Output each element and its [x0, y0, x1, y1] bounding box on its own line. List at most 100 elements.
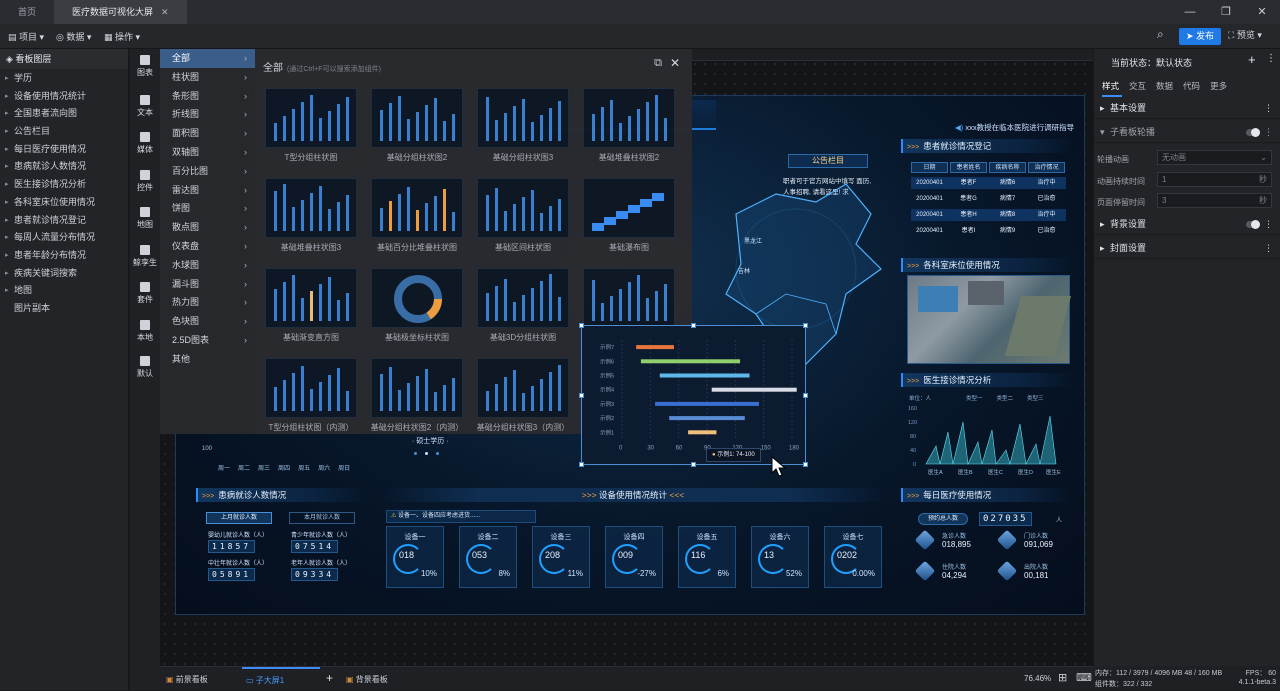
resize-handle[interactable] — [579, 323, 584, 328]
resize-handle[interactable] — [803, 323, 808, 328]
chart-thumbnail[interactable] — [371, 268, 463, 328]
component-type-7[interactable]: 本地 — [130, 320, 160, 343]
carousel-dot[interactable] — [436, 452, 439, 455]
category-item[interactable]: 色块图 › — [160, 312, 255, 331]
grid-icon[interactable]: ⊞ — [1058, 671, 1067, 684]
duration-input[interactable]: 1秒 — [1157, 172, 1272, 187]
add-board-button[interactable]: + — [326, 671, 333, 685]
layer-item[interactable]: ▸ 设备使用情况统计 — [0, 88, 128, 106]
tab-dashboard[interactable]: 医疗数据可视化大屏 ✕ — [54, 0, 187, 24]
layer-item[interactable]: ▸ 地图 — [0, 282, 128, 300]
layer-item[interactable]: 图片副本 — [0, 300, 128, 318]
carousel-dot[interactable] — [425, 452, 428, 455]
layer-item[interactable]: ▸ 各科室床位使用情况 — [0, 194, 128, 212]
close-icon[interactable]: ✕ — [161, 0, 169, 24]
minimize-button[interactable]: — — [1172, 0, 1208, 24]
chart-thumbnail[interactable] — [265, 358, 357, 418]
property-tab[interactable]: 代码 — [1183, 80, 1200, 92]
property-tab[interactable]: 数据 — [1156, 80, 1173, 92]
layer-item[interactable]: ▸ 疾病关键词搜索 — [0, 265, 128, 283]
category-item[interactable]: 双轴图 › — [160, 143, 255, 162]
property-tab[interactable]: 更多 — [1210, 80, 1227, 92]
category-item[interactable]: 雷达图 › — [160, 181, 255, 200]
search-icon[interactable]: ⌕ — [1157, 27, 1164, 42]
chart-thumbnail[interactable] — [477, 268, 569, 328]
category-item[interactable]: 折线图 › — [160, 105, 255, 124]
add-state-button[interactable]: + — [1248, 52, 1256, 67]
component-type-1[interactable]: 文本 — [130, 95, 160, 118]
category-item[interactable]: 其他 — [160, 350, 255, 369]
category-item[interactable]: 柱状图 › — [160, 68, 255, 87]
background-toggle[interactable] — [1246, 220, 1260, 229]
component-type-8[interactable]: 默认 — [130, 356, 160, 379]
category-item[interactable]: 仪表盘 › — [160, 237, 255, 256]
category-item[interactable]: 面积图 › — [160, 124, 255, 143]
resize-handle[interactable] — [691, 462, 696, 467]
component-type-6[interactable]: 套件 — [130, 282, 160, 305]
resize-handle[interactable] — [803, 393, 808, 398]
carousel-dot[interactable] — [414, 452, 417, 455]
animation-select[interactable]: 无动画 ⌄ — [1157, 150, 1272, 165]
close-window-button[interactable]: ✕ — [1244, 0, 1280, 24]
selected-bar-chart[interactable]: 0306090120150180示例1示例2示例3示例4示例5示例6示例7 ● … — [581, 325, 806, 465]
carousel-dots[interactable] — [414, 452, 439, 455]
layer-item[interactable]: ▸ 全国患者流向图 — [0, 105, 128, 123]
chart-thumbnail[interactable] — [371, 358, 463, 418]
chart-thumbnail[interactable] — [371, 178, 463, 238]
layer-item[interactable]: ▸ 公告栏目 — [0, 123, 128, 141]
section-background[interactable]: ▸ 背景设置 ⋮ — [1094, 213, 1280, 235]
chart-thumbnail[interactable] — [583, 178, 675, 238]
this-month-button[interactable]: 本月就诊人数 — [289, 512, 355, 524]
board-tab-background[interactable]: ▣ 背景看板 — [346, 674, 388, 685]
layer-item[interactable]: ▸ 每日医疗使用情况 — [0, 141, 128, 159]
section-basic[interactable]: ▸ 基本设置 ⋮ — [1094, 97, 1280, 119]
layer-item[interactable]: ▸ 医生接诊情况分析 — [0, 176, 128, 194]
layer-item[interactable]: ▸ 患者年龄分布情况 — [0, 247, 128, 265]
resize-handle[interactable] — [803, 462, 808, 467]
close-icon[interactable]: ✕ — [670, 56, 680, 70]
chart-thumbnail[interactable] — [371, 88, 463, 148]
chart-thumbnail[interactable] — [477, 178, 569, 238]
category-item[interactable]: 全部 › — [160, 49, 255, 68]
property-tab[interactable]: 交互 — [1129, 80, 1146, 92]
property-tab[interactable]: 样式 — [1102, 80, 1119, 92]
project-menu[interactable]: ▤ 项目 ▾ — [8, 30, 44, 43]
more-icon[interactable]: ⋮ — [1264, 213, 1273, 235]
category-item[interactable]: 水球图 › — [160, 256, 255, 275]
chart-thumbnail[interactable] — [477, 358, 569, 418]
chart-thumbnail[interactable] — [477, 88, 569, 148]
section-carousel[interactable]: ▾ 子看板轮播 ⋮ — [1094, 121, 1280, 143]
keyboard-icon[interactable]: ⌨ — [1076, 671, 1092, 684]
maximize-button[interactable]: ❐ — [1208, 0, 1244, 24]
ops-menu[interactable]: ▦ 操作 ▾ — [104, 30, 140, 43]
board-tab-foreground[interactable]: ▣ 前景看板 — [166, 674, 208, 685]
resize-handle[interactable] — [691, 323, 696, 328]
more-icon[interactable]: ⋮ — [1264, 237, 1273, 259]
chart-thumbnail[interactable] — [265, 88, 357, 148]
resize-handle[interactable] — [579, 462, 584, 467]
layer-item[interactable]: ▸ 患病就诊人数情况 — [0, 158, 128, 176]
popout-icon[interactable]: ⧉ — [654, 57, 662, 70]
component-type-3[interactable]: 控件 — [130, 170, 160, 193]
category-item[interactable]: 百分比图 › — [160, 162, 255, 181]
chart-thumbnail[interactable] — [265, 178, 357, 238]
last-month-button[interactable]: 上月就诊人数 — [206, 512, 272, 524]
category-item[interactable]: 漏斗图 › — [160, 275, 255, 294]
resize-handle[interactable] — [579, 393, 584, 398]
stay-time-input[interactable]: 3秒 — [1157, 193, 1272, 208]
category-item[interactable]: 热力图 › — [160, 293, 255, 312]
component-type-5[interactable]: 鲸孪生 — [130, 245, 160, 268]
chart-thumbnail[interactable] — [265, 268, 357, 328]
category-item[interactable]: 条形图 › — [160, 87, 255, 106]
publish-button[interactable]: ➤ 发布 — [1179, 28, 1221, 45]
layer-item[interactable]: ▸ 每周人流量分布情况 — [0, 229, 128, 247]
layer-item[interactable]: ▸ 学历 — [0, 70, 128, 88]
preview-button[interactable]: ⛶ 预览 ▾ — [1228, 28, 1262, 41]
category-item[interactable]: 饼图 › — [160, 199, 255, 218]
chart-thumbnail[interactable] — [583, 268, 675, 328]
component-type-2[interactable]: 媒体 — [130, 132, 160, 155]
category-item[interactable]: 散点图 › — [160, 218, 255, 237]
category-item[interactable]: 2.5D图表 › — [160, 331, 255, 350]
more-icon[interactable]: ⋮ — [1266, 53, 1276, 64]
more-icon[interactable]: ⋮ — [1264, 97, 1273, 119]
